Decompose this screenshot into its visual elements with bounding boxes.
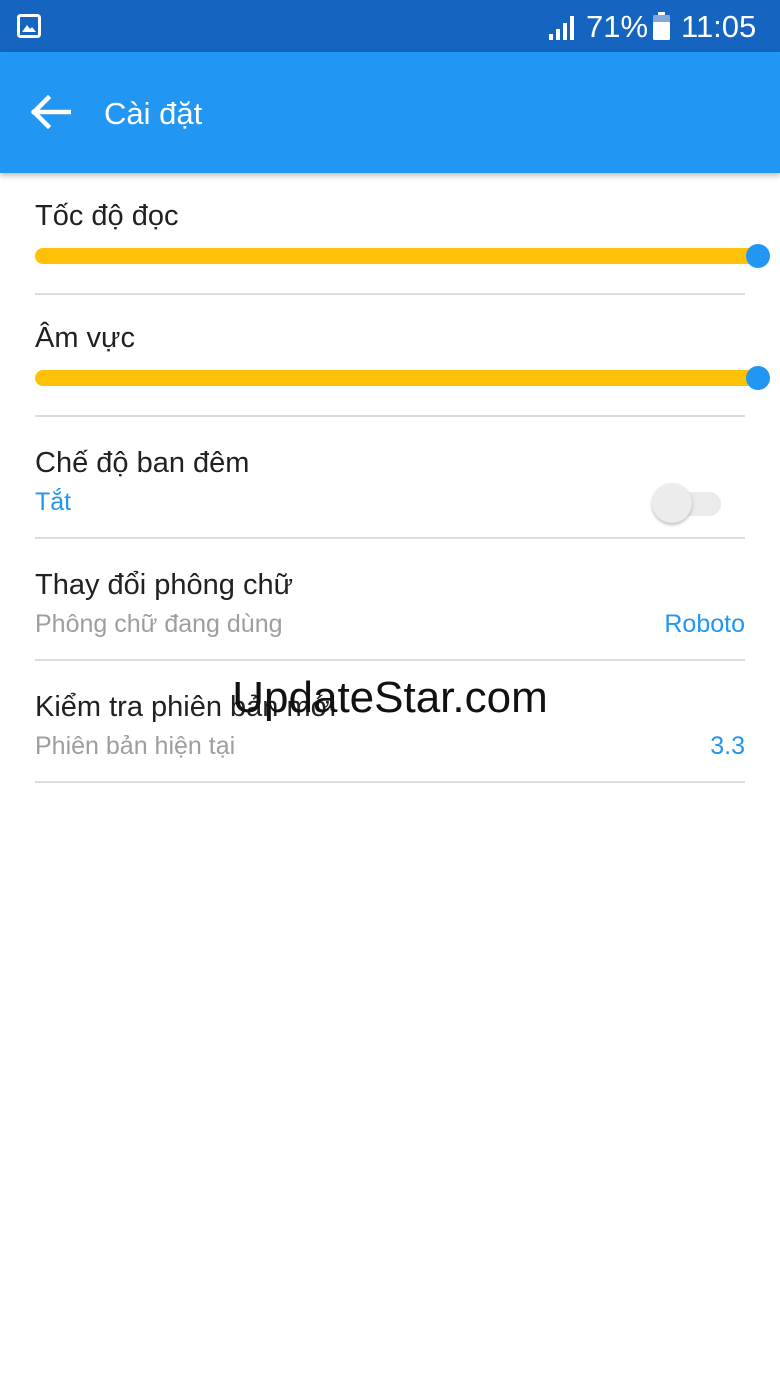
page-title: Cài đặt — [104, 96, 203, 131]
slider-track — [35, 248, 758, 264]
font-sublabel: Phông chữ đang dùng — [35, 610, 283, 638]
reading-speed-label: Tốc độ đọc — [35, 200, 179, 232]
gallery-icon — [17, 14, 41, 38]
slider-track — [35, 370, 758, 386]
arrow-left-icon — [30, 95, 71, 129]
slider-thumb[interactable] — [746, 366, 770, 390]
signal-icon — [549, 16, 574, 40]
setting-reading-speed: Tốc độ đọc — [35, 173, 770, 295]
toggle-thumb — [652, 483, 692, 523]
version-value: 3.3 — [710, 732, 745, 760]
night-mode-label: Chế độ ban đêm — [35, 447, 250, 479]
night-mode-toggle[interactable] — [652, 480, 724, 524]
setting-font[interactable]: Thay đổi phông chữ Phông chữ đang dùng R… — [35, 539, 745, 661]
reading-speed-slider[interactable] — [35, 244, 770, 268]
setting-version[interactable]: Kiểm tra phiên bản mới Phiên bản hiện tạ… — [35, 661, 745, 783]
version-sublabel: Phiên bản hiện tại — [35, 732, 236, 760]
setting-volume: Âm vực — [35, 295, 770, 417]
setting-night-mode[interactable]: Chế độ ban đêm Tắt — [35, 417, 745, 539]
battery-percentage: 71% — [586, 9, 649, 44]
battery-icon — [653, 12, 670, 40]
night-mode-status: Tắt — [35, 488, 72, 516]
back-button[interactable] — [18, 80, 82, 144]
font-label: Thay đổi phông chữ — [35, 569, 294, 601]
clock: 11:05 — [681, 9, 757, 44]
status-bar: 71% 11:05 — [0, 0, 780, 52]
slider-thumb[interactable] — [746, 244, 770, 268]
version-label: Kiểm tra phiên bản mới — [35, 691, 337, 723]
app-bar: Cài đặt — [0, 52, 780, 173]
settings-list: Tốc độ đọc Âm vực Chế độ ban đêm Tắt Tha… — [0, 173, 780, 783]
volume-slider[interactable] — [35, 366, 770, 390]
volume-label: Âm vực — [35, 322, 135, 354]
font-value: Roboto — [664, 610, 745, 638]
